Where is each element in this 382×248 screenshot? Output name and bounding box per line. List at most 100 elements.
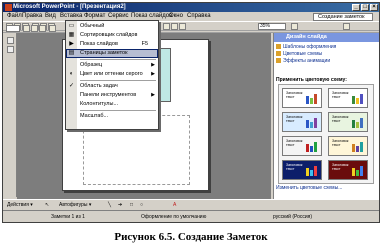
outline-tab-icon[interactable] — [7, 37, 14, 44]
notes-page-icon: ▤ — [68, 50, 75, 56]
thumb-title: Заголовок текст — [286, 115, 303, 123]
align-left-icon[interactable] — [49, 25, 56, 32]
menu-separator — [80, 59, 156, 60]
color-scheme-thumb[interactable]: Заголовок текст — [282, 88, 322, 108]
status-language: русский (Россия) — [273, 214, 313, 220]
view-menu-item-slide-sorter[interactable]: ▦ Сортировщик слайдов — [66, 31, 158, 40]
color-scheme-thumb[interactable]: Заголовок текст — [282, 136, 322, 156]
outline-slides-bar — [5, 33, 17, 197]
title-bar: Microsoft PowerPoint - [Презентация2] _ … — [3, 3, 379, 12]
menu-view[interactable]: Вид — [43, 12, 58, 21]
view-menu-item-color-grayscale[interactable]: ◐ Цвет или оттенки серого ▶ — [66, 70, 158, 79]
menu-separator — [80, 80, 156, 81]
view-menu-item-slideshow[interactable]: ▶ Показ слайдов F5 — [66, 40, 158, 49]
star-icon — [276, 58, 281, 63]
thumb-title: Заголовок текст — [286, 163, 303, 171]
powerpoint-window: Microsoft PowerPoint - [Презентация2] _ … — [2, 2, 380, 223]
link-label: Цветовые схемы — [283, 51, 323, 57]
thumb-title: Заголовок текст — [286, 91, 303, 99]
color-scheme-gallery: Заголовок текст Заголовок текст Заголово… — [278, 84, 374, 184]
menu-edit[interactable]: Правка — [20, 12, 44, 21]
slideshow-icon: ▶ — [69, 41, 74, 47]
menu-window[interactable]: Окно — [167, 12, 185, 21]
maximize-button[interactable]: □ — [361, 4, 369, 11]
slide-sorter-icon: ▦ — [68, 32, 75, 38]
cursor-icon[interactable]: ↖ — [45, 200, 49, 210]
drawing-toolbar: Действия ▾ ↖ Автофигуры ▾ ╲ ➔ □ ○ A — [3, 199, 379, 210]
menu-separator — [80, 110, 156, 111]
link-label: Шаблоны оформления — [283, 44, 337, 50]
item-label: Колонтитулы... — [80, 101, 119, 107]
animation-effects-link[interactable]: Эффекты анимации — [276, 58, 330, 64]
color-scheme-thumb[interactable]: Заголовок текст — [328, 136, 368, 156]
color-scheme-thumb[interactable]: Заголовок текст — [328, 112, 368, 132]
close-button[interactable]: × — [370, 4, 378, 11]
powerpoint-app-icon — [5, 4, 12, 11]
status-design-name: Оформление по умолчанию — [141, 214, 207, 220]
view-menu-dropdown: ▭ Обычный ▦ Сортировщик слайдов ▶ Показ … — [65, 20, 159, 130]
italic-icon[interactable] — [31, 25, 38, 32]
view-menu-item-notes-page[interactable]: ▤ Страницы заметок — [66, 49, 158, 58]
line-icon[interactable]: ╲ — [108, 200, 111, 210]
palette-icon — [276, 51, 281, 56]
item-label: Область задач — [80, 83, 118, 89]
item-label: Панели инструментов — [80, 92, 137, 98]
color-scheme-thumb[interactable]: Заголовок текст — [328, 160, 368, 180]
color-scheme-thumb[interactable]: Заголовок текст — [282, 160, 322, 180]
font-color-icon[interactable]: A — [173, 200, 176, 210]
thumb-title: Заголовок текст — [286, 139, 303, 147]
arrow-icon[interactable]: ➔ — [118, 200, 122, 210]
grayscale-icon: ◐ — [69, 71, 74, 77]
item-shortcut: F5 — [141, 41, 148, 47]
autoshapes-menu[interactable]: Автофигуры ▾ — [59, 200, 91, 210]
view-menu-item-normal[interactable]: ▭ Обычный — [66, 22, 158, 31]
submenu-arrow-icon: ▶ — [151, 62, 155, 68]
item-label: Показ слайдов — [80, 41, 118, 47]
minimize-button[interactable]: _ — [352, 4, 360, 11]
item-label: Страницы заметок — [80, 50, 128, 56]
task-pane-title: Дизайн слайда — [286, 34, 327, 40]
view-menu-item-header-footer[interactable]: Колонтитулы... — [66, 100, 158, 109]
view-menu-item-zoom[interactable]: Масштаб... — [66, 112, 158, 121]
slides-tab-icon[interactable] — [7, 46, 14, 53]
oval-icon[interactable]: ○ — [140, 200, 143, 210]
submenu-arrow-icon: ▶ — [151, 71, 155, 77]
help-question-box[interactable]: Создание заметок — [313, 13, 373, 21]
font-size-select[interactable] — [6, 25, 20, 32]
template-icon — [276, 44, 281, 49]
window-title: Microsoft PowerPoint - [Презентация2] — [13, 4, 126, 10]
status-slide-counter: Заметки 1 из 1 — [51, 214, 85, 220]
item-label: Сортировщик слайдов — [80, 32, 138, 38]
link-label: Эффекты анимации — [283, 58, 331, 64]
item-label: Цвет или оттенки серого — [80, 71, 143, 77]
task-pane: Дизайн слайда Шаблоны оформления Цветовы… — [273, 33, 379, 199]
menu-help[interactable]: Справка — [185, 12, 213, 21]
submenu-arrow-icon: ▶ — [151, 92, 155, 98]
thumb-title: Заголовок текст — [332, 163, 349, 171]
edit-color-schemes-link[interactable]: Изменить цветовые схемы... — [276, 185, 342, 191]
item-label: Обычный — [80, 23, 105, 29]
formatting-toolbar — [3, 24, 379, 33]
item-label: Образец — [80, 62, 103, 68]
status-bar: Заметки 1 из 1 Оформление по умолчанию р… — [3, 210, 379, 222]
thumb-title: Заголовок текст — [332, 139, 349, 147]
design-templates-link[interactable]: Шаблоны оформления — [276, 44, 336, 50]
item-label: Масштаб... — [80, 113, 109, 119]
underline-icon[interactable] — [39, 25, 46, 32]
view-menu-item-task-pane[interactable]: ✓ Область задач — [66, 82, 158, 91]
rectangle-icon[interactable]: □ — [130, 200, 133, 210]
thumb-title: Заголовок текст — [332, 91, 349, 99]
color-scheme-thumb[interactable]: Заголовок текст — [328, 88, 368, 108]
figure-caption: Рисунок 6.5. Создание Заметок — [114, 231, 268, 243]
bold-icon[interactable] — [23, 25, 30, 32]
view-menu-item-toolbars[interactable]: Панели инструментов ▶ — [66, 91, 158, 100]
checkmark-icon: ✓ — [68, 83, 75, 89]
view-menu-item-master[interactable]: Образец ▶ — [66, 61, 158, 70]
apply-scheme-label: Применить цветовую схему: — [276, 77, 347, 83]
thumb-title: Заголовок текст — [332, 115, 349, 123]
task-pane-header: Дизайн слайда — [274, 33, 379, 42]
color-scheme-thumb[interactable]: Заголовок текст — [282, 112, 322, 132]
normal-view-icon: ▭ — [68, 23, 75, 29]
actions-menu[interactable]: Действия ▾ — [7, 200, 33, 210]
color-schemes-link[interactable]: Цветовые схемы — [276, 51, 322, 57]
